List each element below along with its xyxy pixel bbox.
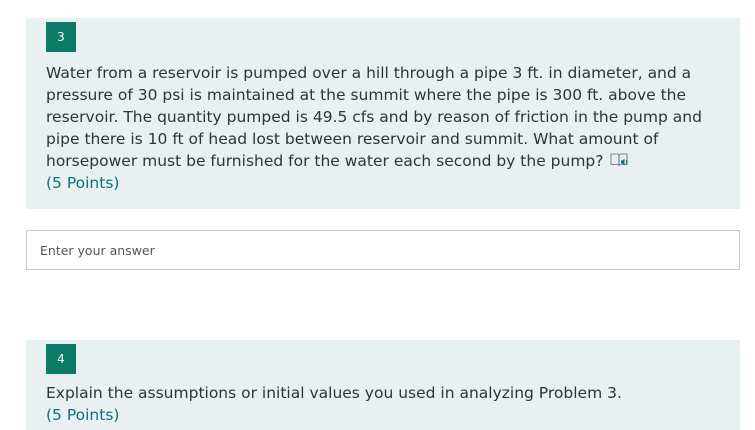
- question-3-card: 3 Water from a reservoir is pumped over …: [26, 18, 740, 209]
- question-4-points: (5 Points): [46, 406, 120, 424]
- question-3-body: Water from a reservoir is pumped over a …: [46, 62, 716, 194]
- question-4-body: Explain the assumptions or initial value…: [46, 382, 716, 426]
- question-number-badge: 4: [46, 344, 76, 374]
- answer-input[interactable]: [26, 230, 740, 270]
- question-3-points: (5 Points): [46, 174, 120, 192]
- question-number-badge: 3: [46, 22, 76, 52]
- immersive-reader-icon[interactable]: [609, 152, 630, 168]
- question-4-card: 4 Explain the assumptions or initial val…: [26, 340, 740, 430]
- question-3-text: Water from a reservoir is pumped over a …: [46, 64, 702, 170]
- question-4-text: Explain the assumptions or initial value…: [46, 384, 622, 402]
